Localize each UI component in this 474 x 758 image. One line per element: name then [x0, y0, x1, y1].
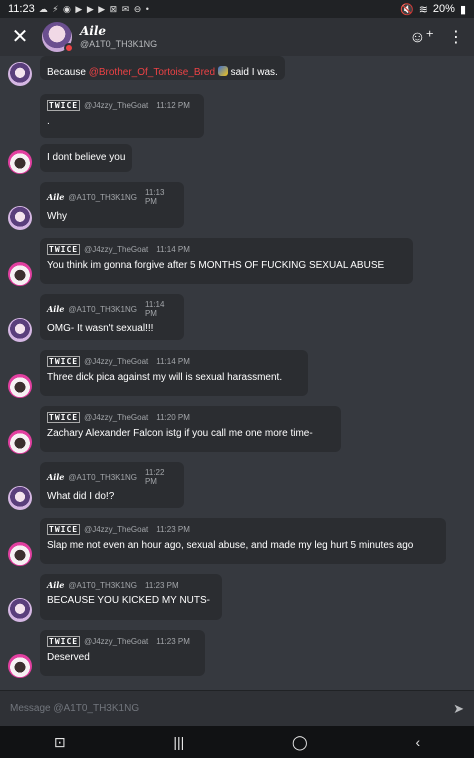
send-icon[interactable]: ➤: [453, 701, 464, 717]
author-name[interactable]: TWICE: [47, 100, 81, 111]
message-text: Because: [47, 67, 89, 78]
message-text: Slap me not even an hour ago, sexual abu…: [47, 540, 414, 551]
screenshot-icon[interactable]: ⊡: [54, 734, 66, 751]
battery-level: 20%: [432, 3, 455, 15]
message-text: You think im gonna forgive after 5 MONTH…: [47, 260, 385, 271]
user-mention[interactable]: @Brother_Of_Tortoise_Bred: [89, 67, 215, 78]
home-button[interactable]: ◯: [292, 734, 308, 751]
message-bubble: Aile @A1T0_TH3K1NG 11:14 PM OMG- It wasn…: [40, 294, 184, 340]
author-username: @J4zzy_TheGoat: [84, 413, 149, 422]
avatar[interactable]: [8, 374, 32, 398]
avatar[interactable]: [8, 62, 32, 86]
display-name: Aile: [80, 23, 107, 38]
message-text: Why: [47, 211, 67, 222]
avatar[interactable]: [8, 598, 32, 622]
message-text: .: [47, 116, 50, 127]
avatar[interactable]: [8, 486, 32, 510]
dm-title[interactable]: Aile @A1T0_TH3K1NG: [80, 23, 158, 49]
avatar[interactable]: [8, 150, 32, 174]
message-text: What did I do!?: [47, 491, 115, 502]
author-username: @J4zzy_TheGoat: [84, 245, 149, 254]
avatar[interactable]: [42, 22, 74, 53]
close-icon[interactable]: ✕: [10, 27, 30, 47]
status-time: 11:23: [8, 3, 35, 15]
author-username: @A1T0_TH3K1NG: [68, 472, 137, 482]
username: @A1T0_TH3K1NG: [80, 38, 158, 49]
timestamp: 11:14 PM: [156, 245, 190, 254]
message-text: Three dick pica against my will is sexua…: [47, 372, 283, 383]
author-username: @J4zzy_TheGoat: [84, 101, 149, 110]
message-bubble: Because @Brother_Of_Tortoise_Bred said I…: [40, 56, 285, 80]
message-bubble: Aile @A1T0_TH3K1NG 11:23 PM BECAUSE YOU …: [40, 574, 222, 620]
author-name[interactable]: TWICE: [47, 244, 81, 255]
message-bubble: TWICE @J4zzy_TheGoat 11:20 PM Zachary Al…: [40, 406, 341, 452]
message-bubble: I dont believe you: [40, 144, 133, 172]
message-bubble: Aile @A1T0_TH3K1NG 11:13 PM Why: [40, 182, 184, 228]
author-name[interactable]: Aile: [47, 192, 64, 202]
avatar[interactable]: [8, 206, 32, 230]
author-username: @A1T0_TH3K1NG: [68, 192, 137, 202]
author-username: @J4zzy_TheGoat: [84, 525, 149, 534]
avatar[interactable]: [8, 430, 32, 454]
message-bubble: TWICE @J4zzy_TheGoat 11:23 PM Deserved: [40, 630, 205, 676]
author-name[interactable]: Aile: [47, 304, 64, 314]
message-bubble: Aile @A1T0_TH3K1NG 11:22 PM What did I d…: [40, 462, 184, 508]
timestamp: 11:12 PM: [156, 101, 190, 110]
dm-header: ✕ Aile @A1T0_TH3K1NG ☺⁺ ⋮: [0, 18, 474, 56]
message-text-after: said I was.: [227, 67, 278, 78]
avatar[interactable]: [8, 654, 32, 678]
timestamp: 11:14 PM: [144, 300, 165, 318]
recents-button[interactable]: |||: [173, 734, 184, 750]
timestamp: 11:20 PM: [156, 413, 190, 422]
message-bubble: TWICE @J4zzy_TheGoat 11:12 PM .: [40, 94, 204, 138]
status-bar: 11:23 ☁ ⚡ ◉ ▶ ▶ ▶ ⊠ ✉ ⊖ • 🔇 ≋ 20% ▮: [0, 0, 474, 18]
author-username: @J4zzy_TheGoat: [84, 637, 149, 646]
timestamp: 11:23 PM: [156, 637, 190, 646]
timestamp: 11:23 PM: [144, 580, 179, 590]
author-name[interactable]: TWICE: [47, 524, 81, 535]
emoji-icon: [217, 66, 228, 76]
add-friend-icon[interactable]: ☺⁺: [409, 27, 434, 47]
message-input[interactable]: Message @A1T0_TH3K1NG: [10, 703, 139, 714]
message-list[interactable]: Because @Brother_Of_Tortoise_Bred said I…: [0, 56, 474, 690]
mute-icon: 🔇: [399, 3, 414, 16]
author-name[interactable]: Aile: [47, 580, 64, 590]
message-text: OMG- It wasn't sexual!!!: [47, 323, 154, 334]
notification-icons: ☁ ⚡ ◉ ▶ ▶ ▶ ⊠ ✉ ⊖ •: [38, 3, 150, 14]
more-options-icon[interactable]: ⋮: [448, 27, 464, 47]
dnd-status-icon: [64, 43, 74, 53]
battery-icon: ▮: [459, 3, 466, 16]
author-username: @A1T0_TH3K1NG: [68, 580, 137, 590]
author-name[interactable]: TWICE: [47, 636, 81, 647]
message-bubble: TWICE @J4zzy_TheGoat 11:14 PM You think …: [40, 238, 413, 284]
author-name[interactable]: TWICE: [47, 356, 81, 367]
back-button[interactable]: ‹: [415, 734, 420, 750]
avatar[interactable]: [8, 262, 32, 286]
wifi-icon: ≋: [418, 3, 428, 16]
message-text: BECAUSE YOU KICKED MY NUTS-: [47, 595, 210, 606]
timestamp: 11:14 PM: [156, 357, 190, 366]
timestamp: 11:13 PM: [144, 188, 165, 206]
message-text: I dont believe you: [47, 152, 126, 163]
author-username: @A1T0_TH3K1NG: [68, 304, 137, 314]
avatar[interactable]: [8, 542, 32, 566]
message-text: Deserved: [47, 652, 90, 663]
author-username: @J4zzy_TheGoat: [84, 357, 149, 366]
message-text: Zachary Alexander Falcon istg if you cal…: [47, 428, 313, 439]
author-name[interactable]: TWICE: [47, 412, 81, 423]
message-bubble: TWICE @J4zzy_TheGoat 11:23 PM Slap me no…: [40, 518, 446, 564]
timestamp: 11:23 PM: [156, 525, 190, 534]
timestamp: 11:22 PM: [144, 468, 165, 486]
message-composer[interactable]: Message @A1T0_TH3K1NG ➤: [0, 690, 474, 726]
message-bubble: TWICE @J4zzy_TheGoat 11:14 PM Three dick…: [40, 350, 308, 396]
system-nav-bar: ⊡ ||| ◯ ‹: [0, 726, 474, 758]
author-name[interactable]: Aile: [47, 472, 64, 482]
avatar[interactable]: [8, 318, 32, 342]
